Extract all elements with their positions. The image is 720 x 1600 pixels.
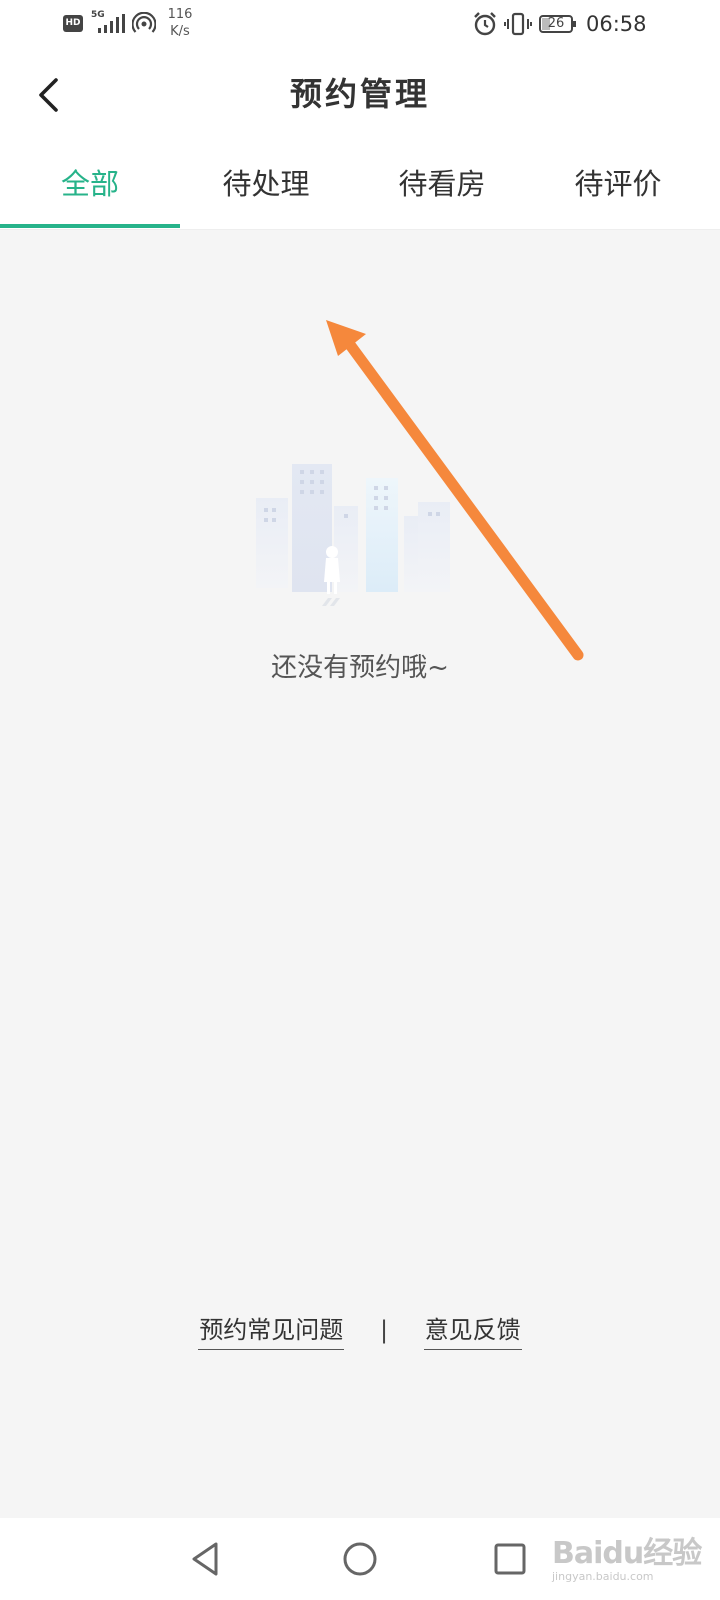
annotation-arrow-icon	[326, 320, 584, 661]
vibrate-icon	[504, 12, 532, 36]
recents-square-icon[interactable]	[485, 1534, 535, 1584]
network-speed-unit: K/s	[170, 24, 190, 39]
feedback-link[interactable]: 意见反馈	[423, 1311, 522, 1350]
tab-to-view[interactable]: 待看房	[352, 142, 532, 228]
status-time: 06:58	[586, 12, 647, 36]
home-circle-icon[interactable]	[335, 1534, 385, 1584]
wifi-hotspot-icon	[132, 12, 156, 33]
page-title: 预约管理	[289, 75, 430, 113]
tab-pending[interactable]: 待处理	[176, 142, 356, 228]
tab-all[interactable]: 全部	[0, 142, 180, 228]
faq-link[interactable]: 预约常见问题	[198, 1311, 345, 1350]
footer-links: 预约常见问题 | 意见反馈	[0, 1310, 720, 1354]
back-triangle-icon[interactable]	[180, 1534, 230, 1584]
alarm-icon	[474, 12, 496, 36]
watermark-brand: Baidu经验	[552, 1536, 702, 1571]
tab-active-indicator	[0, 224, 180, 228]
footer-separator: |	[379, 1316, 389, 1344]
network-speed: 116 K/s	[166, 6, 194, 40]
empty-city-illustration	[256, 464, 450, 606]
top-area: HD 5G 116 K/s 26 06:58 预约管理 全部 待处理 待看房 待…	[0, 0, 720, 230]
signal-icon	[98, 14, 125, 33]
hd-icon: HD	[63, 15, 83, 32]
network-speed-value: 116	[167, 7, 193, 22]
tab-to-review[interactable]: 待评价	[528, 142, 708, 228]
status-bar: HD 5G 116 K/s 26 06:58	[0, 0, 720, 48]
header-bar: 预约管理	[0, 48, 720, 142]
empty-state-message: 还没有预约哦~	[271, 653, 449, 683]
battery-level: 26	[547, 16, 565, 31]
tab-bar: 全部 待处理 待看房 待评价	[0, 142, 720, 230]
watermark-url: jingyan.baidu.com	[552, 1570, 654, 1583]
